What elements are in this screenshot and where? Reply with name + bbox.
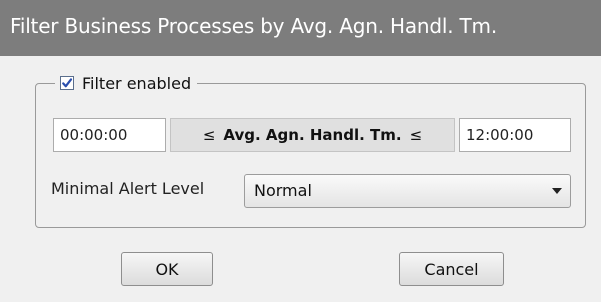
dialog-title: Filter Business Processes by Avg. Agn. H… <box>10 14 497 38</box>
alert-level-selected: Normal <box>254 181 312 200</box>
title-bar: Filter Business Processes by Avg. Agn. H… <box>0 0 601 56</box>
less-equal-symbol-right: ≤ <box>409 126 423 144</box>
max-time-input[interactable] <box>459 118 571 152</box>
less-equal-symbol-left: ≤ <box>202 126 216 144</box>
range-condition-label: ≤ Avg. Agn. Handl. Tm. ≤ <box>170 118 455 152</box>
cancel-button-label: Cancel <box>424 259 479 279</box>
filter-enabled-toggle[interactable]: Filter enabled <box>55 71 198 95</box>
check-icon <box>62 78 73 88</box>
cancel-button[interactable]: Cancel <box>399 252 504 286</box>
filter-dialog: Filter Business Processes by Avg. Agn. H… <box>0 0 601 302</box>
filter-enabled-label: Filter enabled <box>82 73 192 93</box>
min-time-input[interactable] <box>53 118 166 152</box>
metric-label: Avg. Agn. Handl. Tm. <box>223 126 402 144</box>
alert-level-label: Minimal Alert Level <box>51 179 205 198</box>
chevron-down-icon <box>552 188 562 194</box>
ok-button-label: OK <box>155 259 179 279</box>
filter-enabled-checkbox[interactable] <box>60 76 74 90</box>
ok-button[interactable]: OK <box>121 252 213 286</box>
alert-level-dropdown[interactable]: Normal <box>244 174 571 208</box>
